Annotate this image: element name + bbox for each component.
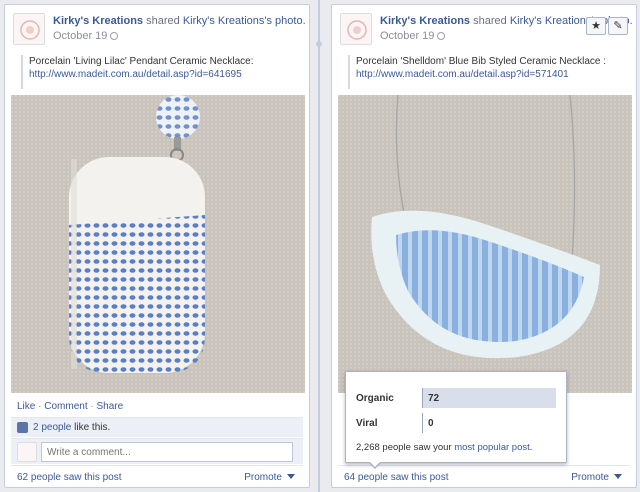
seen-count-link[interactable]: 64 people saw this post xyxy=(344,472,449,483)
shared-source-link[interactable]: Kirky's Kreations's photo. xyxy=(183,15,306,27)
reach-value: 0 xyxy=(428,418,434,429)
reach-footer: 2,268 people saw your most popular post. xyxy=(356,442,532,453)
promote-button[interactable]: Promote xyxy=(571,472,622,483)
seen-count-link[interactable]: 62 people saw this post xyxy=(17,472,122,483)
post-footer: 62 people saw this post Promote xyxy=(11,465,303,485)
reach-bar: 0 xyxy=(422,413,556,433)
timeline-dot xyxy=(313,38,325,50)
reach-footer-prefix: 2,268 people saw your xyxy=(356,442,455,453)
post-header-buttons: ★ ✎ xyxy=(584,17,628,35)
chevron-down-icon xyxy=(614,474,622,479)
likes-row: 2 people like this. xyxy=(11,417,303,437)
reach-footer-suffix: . xyxy=(529,442,533,453)
comment-link[interactable]: Comment xyxy=(44,401,87,412)
like-link[interactable]: Like xyxy=(17,401,35,412)
action-separator: · xyxy=(87,401,97,412)
reach-popover: Organic 72 Viral 0 2,268 people saw your… xyxy=(345,371,567,469)
likes-text: 2 people like this. xyxy=(33,422,110,433)
action-text: shared xyxy=(146,15,180,27)
timeline-spine xyxy=(318,0,320,492)
chevron-down-icon xyxy=(287,474,295,479)
post-actions: Like · Comment · Share xyxy=(17,401,123,412)
author-name[interactable]: Kirky's Kreations xyxy=(53,15,143,27)
comment-row xyxy=(11,438,303,464)
reach-label: Viral xyxy=(356,418,378,429)
post-header: Kirky's Kreations shared Kirky's Kreatio… xyxy=(13,13,306,49)
promote-label: Promote xyxy=(571,472,609,483)
post-date[interactable]: October 19 xyxy=(380,30,434,42)
pencil-icon[interactable]: ✎ xyxy=(608,17,628,35)
likes-count-link[interactable]: 2 people xyxy=(33,422,71,433)
post-date-line: October 19 xyxy=(53,30,119,42)
author-name[interactable]: Kirky's Kreations xyxy=(380,15,470,27)
reach-row-organic: Organic 72 xyxy=(356,388,556,408)
reach-value: 72 xyxy=(428,393,440,404)
reach-row-viral: Viral 0 xyxy=(356,413,556,433)
reach-bar-fill xyxy=(423,388,556,408)
globe-icon xyxy=(110,32,119,40)
author-line: Kirky's Kreations shared Kirky's Kreatio… xyxy=(53,15,306,27)
reach-label: Organic xyxy=(356,393,394,404)
most-popular-post-link[interactable]: most popular post xyxy=(454,442,530,453)
action-text: shared xyxy=(473,15,507,27)
post-header: Kirky's Kreations shared Kirky's Kreatio… xyxy=(340,13,633,49)
promote-button[interactable]: Promote xyxy=(244,472,295,483)
likes-suffix: like this. xyxy=(71,422,111,433)
pendant-photo[interactable] xyxy=(11,95,305,393)
viewer-avatar xyxy=(17,442,37,462)
page-avatar[interactable] xyxy=(340,13,372,45)
reach-bar: 72 xyxy=(422,388,556,408)
post-card-left: Kirky's Kreations shared Kirky's Kreatio… xyxy=(4,4,310,488)
bib-necklace-photo[interactable] xyxy=(338,95,632,393)
caption-text: Porcelain 'Shelldom' Blue Bib Styled Cer… xyxy=(356,56,607,67)
shared-caption: Porcelain 'Living Lilac' Pendant Ceramic… xyxy=(21,55,299,89)
action-separator: · xyxy=(35,401,45,412)
thumbs-up-icon xyxy=(17,422,28,433)
post-date[interactable]: October 19 xyxy=(53,30,107,42)
caption-url[interactable]: http://www.madeit.com.au/detail.asp?id=6… xyxy=(29,68,299,81)
globe-icon xyxy=(437,32,446,40)
caption-text: Porcelain 'Living Lilac' Pendant Ceramic… xyxy=(29,56,254,67)
star-icon[interactable]: ★ xyxy=(586,17,606,35)
page-avatar[interactable] xyxy=(13,13,45,45)
comment-input[interactable] xyxy=(41,442,293,462)
shared-caption: Porcelain 'Shelldom' Blue Bib Styled Cer… xyxy=(348,55,626,89)
promote-label: Promote xyxy=(244,472,282,483)
share-link[interactable]: Share xyxy=(97,401,124,412)
post-date-line: October 19 xyxy=(380,30,446,42)
popover-arrow xyxy=(368,461,382,469)
caption-url[interactable]: http://www.madeit.com.au/detail.asp?id=5… xyxy=(356,68,626,81)
